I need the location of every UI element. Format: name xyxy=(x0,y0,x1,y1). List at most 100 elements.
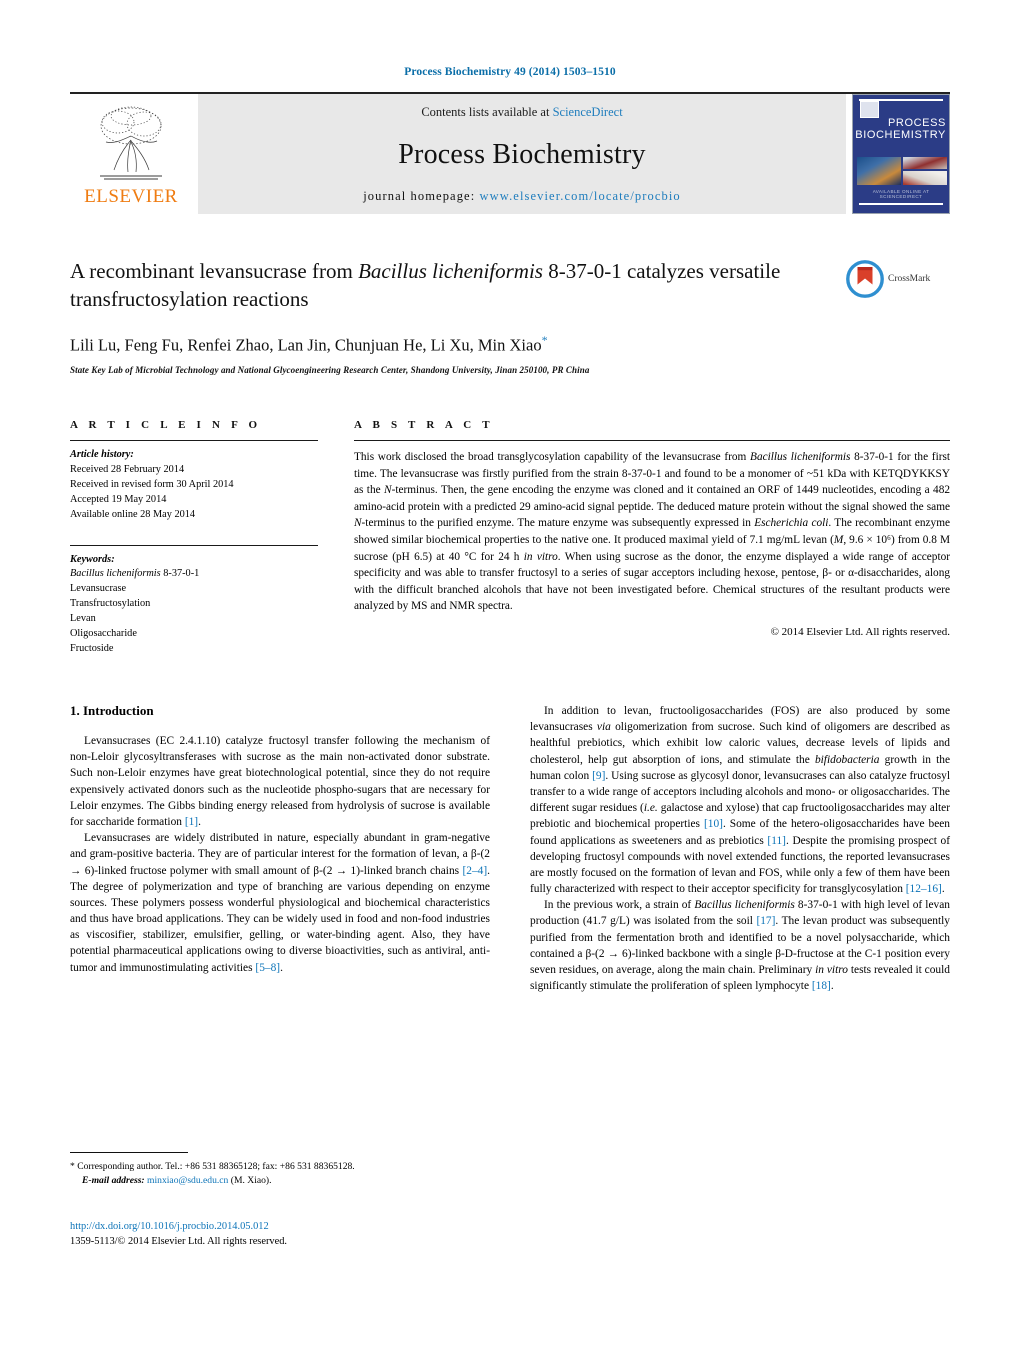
keyword-item: Bacillus licheniformis 8-37-0-1 xyxy=(70,567,318,582)
article-info-column: A R T I C L E I N F O Article history: R… xyxy=(70,419,318,657)
elsevier-tree-icon xyxy=(100,106,162,180)
author-list: Lili Lu, Feng Fu, Renfei Zhao, Lan Jin, … xyxy=(70,333,830,356)
abstract-seg: This work disclosed the broad transglyco… xyxy=(354,450,751,463)
email-suffix: (M. Xiao). xyxy=(228,1175,272,1187)
abstract-seg: -terminus. Then, the gene encoding the e… xyxy=(354,484,950,513)
keyword-item: Levan xyxy=(70,613,96,625)
paragraph: In addition to levan, fructooligosacchar… xyxy=(530,703,950,897)
cover-title-line2: BIOCHEMISTRY xyxy=(855,129,946,142)
cover-footer: AVAILABLE ONLINE AT SCIENCEDIRECT xyxy=(859,189,943,205)
section-heading-introduction: 1. Introduction xyxy=(70,703,154,718)
cover-photo-1 xyxy=(857,157,901,185)
cover-title: PROCESS BIOCHEMISTRY xyxy=(853,117,946,142)
para-italic: bifidobacteria xyxy=(814,753,880,766)
email-link[interactable]: minxiao@sdu.edu.cn xyxy=(147,1175,228,1186)
para-seg: . xyxy=(280,961,283,974)
journal-masthead: ELSEVIER Contents lists available at Sci… xyxy=(70,92,950,214)
body-column-left: 1. Introduction Levansucrases (EC 2.4.1.… xyxy=(70,703,490,994)
paper-page: Process Biochemistry 49 (2014) 1503–1510 xyxy=(0,0,1020,1351)
abstract-seg: -terminus to the purified enzyme. The ma… xyxy=(361,517,755,530)
history-item: Received in revised form 30 April 2014 xyxy=(70,478,234,490)
crossmark-label: CrossMark xyxy=(888,274,931,284)
citation-ref[interactable]: [5–8] xyxy=(255,962,280,974)
paragraph: Levansucrases are widely distributed in … xyxy=(70,830,490,976)
cover-photo-2 xyxy=(903,157,947,169)
homepage-url-link[interactable]: www.elsevier.com/locate/procbio xyxy=(480,189,681,203)
citation-ref[interactable]: [1] xyxy=(185,816,198,828)
footnote-text: * Corresponding author. Tel.: +86 531 88… xyxy=(70,1160,490,1189)
para-seg: Levansucrases are widely distributed in … xyxy=(70,832,490,877)
keywords-list: Keywords: Bacillus licheniformis 8-37-0-… xyxy=(70,553,318,657)
sciencedirect-link[interactable]: ScienceDirect xyxy=(553,105,623,119)
body-columns: 1. Introduction Levansucrases (EC 2.4.1.… xyxy=(70,703,950,994)
para-seg: In the previous work, a strain of xyxy=(544,899,695,912)
cover-photo-3 xyxy=(903,170,947,185)
keyword-species: Bacillus licheniformis xyxy=(70,568,161,580)
doi-block: http://dx.doi.org/10.1016/j.procbio.2014… xyxy=(70,1219,287,1249)
citation-ref[interactable]: [17] xyxy=(756,915,775,927)
running-head: Process Biochemistry 49 (2014) 1503–1510 xyxy=(404,66,616,78)
elsevier-logo: ELSEVIER xyxy=(70,94,192,214)
article-history-label: Article history: xyxy=(70,448,134,460)
corresponding-author-footnote: * Corresponding author. Tel.: +86 531 88… xyxy=(70,1152,490,1189)
para-italic: in vitro xyxy=(815,964,848,976)
abstract-italic: Bacillus licheniformis xyxy=(750,450,851,463)
citation-ref[interactable]: [12–16] xyxy=(906,883,942,895)
footnote-rule xyxy=(70,1152,188,1153)
citation-ref[interactable]: [9] xyxy=(592,770,605,782)
citation-ref[interactable]: [2–4] xyxy=(462,865,487,877)
title-part1: A recombinant levansucrase from xyxy=(70,259,359,283)
citation-ref[interactable]: [10] xyxy=(704,818,723,830)
history-item: Received 28 February 2014 xyxy=(70,463,185,475)
abstract-italic: Escherichia coli xyxy=(754,517,829,530)
keywords-rule xyxy=(70,544,318,546)
contents-line: Contents lists available at ScienceDirec… xyxy=(421,105,622,120)
page-title: A recombinant levansucrase from Bacillus… xyxy=(70,258,830,313)
keyword-strain: 8-37-0-1 xyxy=(160,568,200,580)
journal-cover-thumbnail: PROCESS BIOCHEMISTRY AVAILABLE ONLINE AT… xyxy=(852,94,950,214)
cover-photo-collage xyxy=(857,157,947,185)
homepage-prefix: journal homepage: xyxy=(363,189,480,203)
keyword-item: Transfructosylation xyxy=(70,598,151,610)
crossmark-icon xyxy=(846,260,884,298)
body-column-right: In addition to levan, fructooligosacchar… xyxy=(530,703,950,994)
journal-band: Contents lists available at ScienceDirec… xyxy=(198,94,846,214)
title-species: Bacillus licheniformis xyxy=(358,259,543,283)
para-italic: Bacillus licheniformis xyxy=(694,899,795,912)
para-seg: Levansucrases (EC 2.4.1.10) catalyze fru… xyxy=(70,735,490,828)
para-seg: . xyxy=(941,883,945,896)
keywords-label: Keywords: xyxy=(70,553,115,565)
article-info-heading: A R T I C L E I N F O xyxy=(70,418,262,431)
title-block: A recombinant levansucrase from Bacillus… xyxy=(70,258,950,375)
keyword-item: Levansucrase xyxy=(70,583,127,595)
keywords-block: Keywords: Bacillus licheniformis 8-37-0-… xyxy=(70,544,318,657)
info-abstract-region: A R T I C L E I N F O Article history: R… xyxy=(70,419,950,657)
affiliation: State Key Lab of Microbial Technology an… xyxy=(70,364,590,375)
issn-copyright-line: 1359-5113/© 2014 Elsevier Ltd. All right… xyxy=(70,1236,288,1248)
crossmark-badge[interactable]: CrossMark xyxy=(846,260,950,298)
journal-title: Process Biochemistry xyxy=(398,138,646,170)
elsevier-wordmark: ELSEVIER xyxy=(84,186,178,207)
abstract-italic: M xyxy=(833,533,844,546)
para-seg: . xyxy=(830,980,834,993)
citation-ref[interactable]: [18] xyxy=(812,980,831,992)
abstract-heading: A B S T R A C T xyxy=(354,418,494,431)
para-italic: via xyxy=(596,721,611,734)
contents-prefix: Contents lists available at xyxy=(421,105,553,119)
abstract-rule xyxy=(354,439,950,441)
abstract-italic: N xyxy=(384,484,392,497)
cover-title-line1: PROCESS xyxy=(888,117,946,129)
para-seg: . The degree of polymerization and type … xyxy=(70,864,490,974)
paragraph: In the previous work, a strain of Bacill… xyxy=(530,897,950,994)
email-label: E-mail address: xyxy=(82,1175,145,1187)
keyword-item: Oligosaccharide xyxy=(70,628,137,640)
abstract-text: This work disclosed the broad transglyco… xyxy=(354,449,950,615)
article-history: Article history: Received 28 February 20… xyxy=(70,448,318,523)
history-item: Accepted 19 May 2014 xyxy=(70,493,167,505)
abstract-column: A B S T R A C T This work disclosed the … xyxy=(354,419,950,657)
doi-link[interactable]: http://dx.doi.org/10.1016/j.procbio.2014… xyxy=(70,1219,287,1234)
author-names: Lili Lu, Feng Fu, Renfei Zhao, Lan Jin, … xyxy=(70,335,542,355)
abstract-italic: in vitro xyxy=(523,550,558,563)
paragraph: Levansucrases (EC 2.4.1.10) catalyze fru… xyxy=(70,733,490,830)
citation-ref[interactable]: [11] xyxy=(767,835,786,847)
